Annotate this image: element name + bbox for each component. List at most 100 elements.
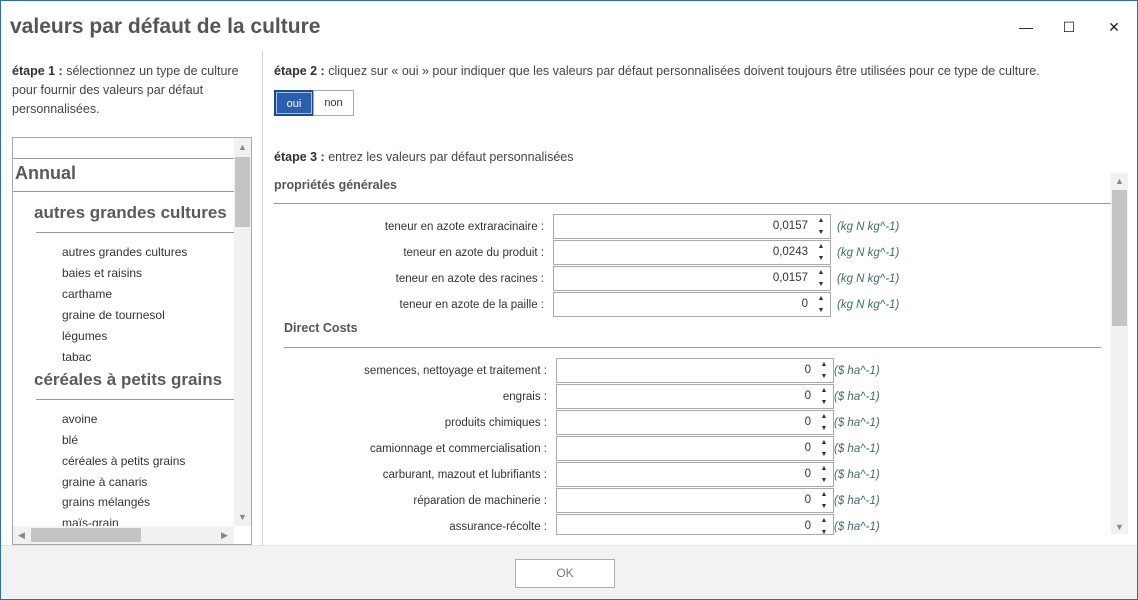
tree-item[interactable]: carthame [62, 287, 112, 301]
field-value[interactable]: 0,0243 [773, 241, 808, 264]
tree-item[interactable]: céréales à petits grains [62, 454, 185, 468]
scroll-thumb[interactable] [1112, 190, 1127, 326]
tree-category[interactable]: céréales à petits grains [34, 370, 222, 390]
oui-button[interactable]: oui [274, 90, 314, 116]
tree-item[interactable]: avoine [62, 412, 97, 426]
unit-label: (kg N kg^-1) [837, 299, 900, 311]
increment-icon[interactable]: ▲ [816, 293, 826, 304]
increment-icon[interactable]: ▲ [819, 385, 829, 396]
numeric-input[interactable]: 0,0243 ▲ ▼ [553, 240, 831, 265]
form-vertical-scrollbar[interactable]: ▲ ▼ [1111, 173, 1128, 534]
numeric-input[interactable]: 0 ▲ ▼ [553, 292, 831, 317]
tree-item[interactable]: autres grandes cultures [62, 245, 187, 259]
ok-button[interactable]: OK [515, 559, 615, 588]
field-value[interactable]: 0 [805, 463, 811, 486]
increment-icon[interactable]: ▲ [819, 515, 829, 526]
decrement-icon[interactable]: ▼ [816, 305, 826, 316]
tree-vertical-scrollbar[interactable]: ▲ ▼ [234, 138, 251, 526]
decrement-icon[interactable]: ▼ [819, 501, 829, 512]
step2-text: cliquez sur « oui » pour indiquer que le… [324, 64, 1040, 78]
decrement-icon[interactable]: ▼ [816, 253, 826, 264]
crop-tree-content: Annual autres grandes cultures autres gr… [13, 138, 234, 526]
step1-instructions: étape 1 : sélectionnez un type de cultur… [12, 62, 244, 119]
tree-item[interactable]: maïs-grain [62, 516, 119, 526]
field-value[interactable]: 0 [805, 385, 811, 408]
numeric-input[interactable]: 0 ▲ ▼ [556, 488, 834, 513]
tree-item[interactable]: tabac [62, 350, 91, 364]
numeric-input[interactable]: 0 ▲ ▼ [556, 514, 834, 538]
numeric-input[interactable]: 0,0157 ▲ ▼ [553, 266, 831, 291]
field-label: camionnage et commercialisation : [369, 443, 547, 455]
field-value[interactable]: 0 [805, 515, 811, 536]
decrement-icon[interactable]: ▼ [819, 397, 829, 408]
field-label: carburant, mazout et lubrifiants : [382, 469, 547, 481]
increment-icon[interactable]: ▲ [816, 267, 826, 278]
decrement-icon[interactable]: ▼ [819, 423, 829, 434]
unit-label: ($ ha^-1) [834, 443, 880, 455]
tree-horizontal-scrollbar[interactable]: ◀ ▶ [13, 526, 234, 544]
scroll-thumb[interactable] [31, 528, 141, 542]
field-value[interactable]: 0 [805, 411, 811, 434]
numeric-input[interactable]: 0 ▲ ▼ [556, 410, 834, 435]
increment-icon[interactable]: ▲ [819, 437, 829, 448]
scroll-thumb[interactable] [235, 157, 250, 227]
decrement-icon[interactable]: ▼ [816, 279, 826, 290]
numeric-input[interactable]: 0 ▲ ▼ [556, 436, 834, 461]
field-label: réparation de machinerie : [413, 495, 547, 507]
step3-instructions: étape 3 : entrez les valeurs par défaut … [274, 150, 573, 164]
tree-group-annual[interactable]: Annual [15, 163, 76, 184]
increment-icon[interactable]: ▲ [816, 215, 826, 226]
decrement-icon[interactable]: ▼ [819, 475, 829, 486]
field-label: assurance-récolte : [449, 521, 547, 533]
increment-icon[interactable]: ▲ [819, 489, 829, 500]
numeric-input[interactable]: 0 ▲ ▼ [556, 384, 834, 409]
tree-category[interactable]: autres grandes cultures [34, 203, 227, 223]
field-label: teneur en azote extraracinaire : [384, 221, 544, 233]
field-value[interactable]: 0 [802, 293, 808, 316]
non-button[interactable]: non [313, 90, 354, 116]
maximize-icon[interactable]: ☐ [1057, 17, 1081, 37]
divider [36, 232, 234, 233]
unit-label: ($ ha^-1) [834, 521, 880, 533]
title-bar: valeurs par défaut de la culture — ☐ ✕ [1, 1, 1137, 53]
tree-item[interactable]: graine à canaris [62, 475, 147, 489]
tree-item[interactable]: grains mélangés [62, 495, 150, 509]
numeric-input[interactable]: 0,0157 ▲ ▼ [553, 214, 831, 239]
scroll-right-icon[interactable]: ▶ [221, 530, 228, 540]
increment-icon[interactable]: ▲ [819, 411, 829, 422]
increment-icon[interactable]: ▲ [816, 241, 826, 252]
decrement-icon[interactable]: ▼ [819, 449, 829, 460]
crop-tree[interactable]: Annual autres grandes cultures autres gr… [12, 137, 252, 545]
panel-divider [262, 51, 263, 545]
unit-label: (kg N kg^-1) [837, 221, 900, 233]
field-label: teneur en azote du produit : [403, 247, 544, 259]
tree-item[interactable]: blé [62, 433, 78, 447]
unit-label: ($ ha^-1) [834, 391, 880, 403]
scroll-left-icon[interactable]: ◀ [18, 530, 25, 540]
decrement-icon[interactable]: ▼ [819, 527, 829, 538]
field-value[interactable]: 0 [805, 489, 811, 512]
decrement-icon[interactable]: ▼ [816, 227, 826, 238]
scroll-up-icon[interactable]: ▲ [1115, 176, 1124, 186]
field-value[interactable]: 0 [805, 359, 811, 382]
field-value[interactable]: 0,0157 [773, 215, 808, 238]
increment-icon[interactable]: ▲ [819, 359, 829, 370]
minimize-icon[interactable]: — [1014, 17, 1038, 37]
numeric-input[interactable]: 0 ▲ ▼ [556, 358, 834, 383]
decrement-icon[interactable]: ▼ [819, 371, 829, 382]
tree-item[interactable]: légumes [62, 329, 107, 343]
scroll-down-icon[interactable]: ▼ [238, 512, 247, 522]
tree-item[interactable]: graine de tournesol [62, 308, 165, 322]
increment-icon[interactable]: ▲ [819, 463, 829, 474]
step3-label: étape 3 : [274, 150, 325, 164]
close-icon[interactable]: ✕ [1102, 17, 1126, 37]
tree-item[interactable]: baies et raisins [62, 266, 142, 280]
field-value[interactable]: 0 [805, 437, 811, 460]
scroll-down-icon[interactable]: ▼ [1115, 522, 1124, 532]
dialog-footer: OK [1, 545, 1137, 599]
scroll-up-icon[interactable]: ▲ [238, 142, 247, 152]
field-label: engrais : [502, 391, 547, 403]
numeric-input[interactable]: 0 ▲ ▼ [556, 462, 834, 487]
field-value[interactable]: 0,0157 [773, 267, 808, 290]
divider [274, 203, 1111, 204]
